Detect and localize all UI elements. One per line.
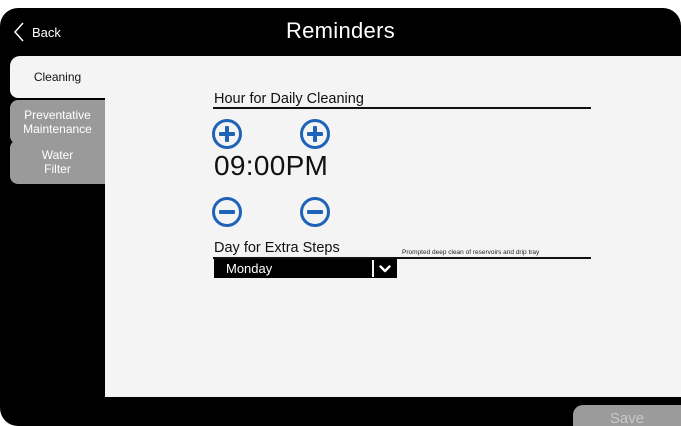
extra-steps-label: Day for Extra Steps [214, 240, 340, 256]
tab-preventative-maintenance[interactable]: Preventative Maintenance [10, 100, 105, 144]
hour-decrement-button[interactable] [212, 197, 242, 227]
day-select[interactable]: Monday [214, 259, 397, 278]
daily-cleaning-divider [213, 107, 591, 109]
daily-cleaning-label: Hour for Daily Cleaning [214, 91, 364, 107]
minute-increment-button[interactable] [300, 119, 330, 149]
tab-cleaning-label: Cleaning [33, 70, 82, 84]
page-title: Reminders [285, 18, 396, 43]
extra-steps-hint: Prompted deep clean of reservoirs and dr… [402, 249, 540, 256]
save-label: Save [609, 410, 645, 426]
header-bar: Back Reminders [0, 8, 681, 56]
time-display: 09:00PM [214, 150, 329, 181]
hour-increment-button[interactable] [212, 119, 242, 149]
day-select-value: Monday [226, 261, 273, 276]
tab-cleaning[interactable]: Cleaning [10, 56, 105, 98]
plus-icon-stem [313, 126, 317, 142]
chevron-down-icon[interactable] [372, 260, 396, 277]
tab-preventative-maintenance-label: Preventative Maintenance [23, 108, 92, 136]
plus-icon-stem [225, 126, 229, 142]
device-frame: Back Reminders Water Filter Preventative… [0, 8, 681, 426]
minus-icon [219, 210, 235, 214]
minute-decrement-button[interactable] [300, 197, 330, 227]
tab-water-filter[interactable]: Water Filter [10, 140, 105, 184]
minus-icon [307, 210, 323, 214]
tab-water-filter-label: Water Filter [41, 148, 74, 176]
save-button[interactable]: Save [573, 405, 681, 426]
